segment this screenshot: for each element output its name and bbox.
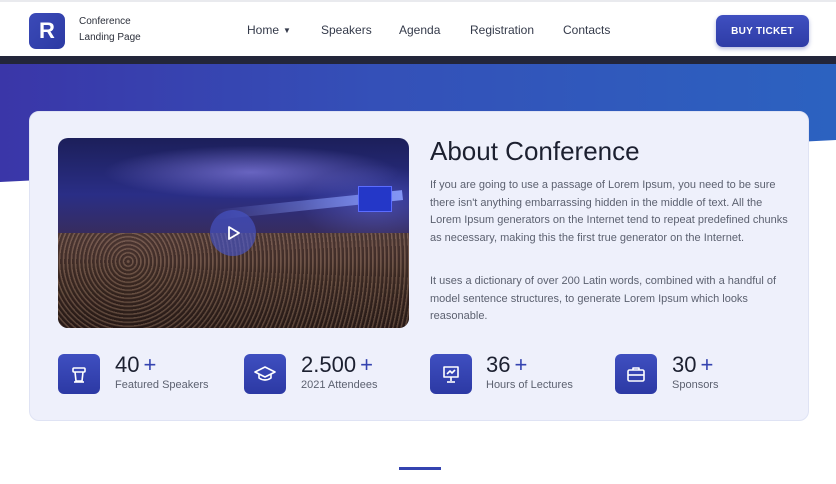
stat-sponsors-label: Sponsors xyxy=(672,379,719,391)
stat-value: 40 xyxy=(115,352,140,377)
nav-item-label: Agenda xyxy=(399,23,441,37)
about-title: About Conference xyxy=(430,136,640,166)
nav-item-agenda[interactable]: Agenda xyxy=(399,23,440,37)
stat-value: 36 xyxy=(486,352,511,377)
nav-item-contacts[interactable]: Contacts xyxy=(563,23,610,37)
nav-item-label: Home xyxy=(247,23,280,37)
stat-speakers-label: Featured Speakers xyxy=(115,379,209,391)
stat-attendees-number: 2.500 + xyxy=(301,352,373,378)
header-divider xyxy=(0,56,836,64)
stat-speakers-number: 40 + xyxy=(115,352,156,378)
nav-item-label: Registration xyxy=(470,23,535,37)
stat-attendees-label: 2021 Attendees xyxy=(301,379,378,391)
graduation-cap-icon xyxy=(244,354,286,394)
nav-item-speakers[interactable]: Speakers xyxy=(321,23,372,37)
stat-sponsors-number: 30 + xyxy=(672,352,713,378)
about-paragraph-2: It uses a dictionary of over 200 Latin w… xyxy=(430,275,777,322)
stat-suffix: + xyxy=(360,352,373,377)
briefcase-icon xyxy=(615,354,657,394)
section-divider xyxy=(399,467,441,470)
nav-item-label: Speakers xyxy=(321,23,372,37)
chevron-down-icon: ▼ xyxy=(283,26,291,35)
site-header: R Conference Landing Page Home ▼ Speakers… xyxy=(0,0,836,56)
about-paragraph-1: If you are going to use a passage of Lor… xyxy=(430,179,788,244)
stage-screen xyxy=(358,186,392,212)
presentation-board-icon xyxy=(430,354,472,394)
buy-ticket-button[interactable]: BUY TICKET xyxy=(716,15,809,47)
nav-item-home[interactable]: Home ▼ xyxy=(247,23,291,37)
stat-value: 30 xyxy=(672,352,697,377)
stat-lectures-label: Hours of Lectures xyxy=(486,379,573,391)
stat-suffix: + xyxy=(700,352,714,377)
main-nav: Home ▼ Speakers Agenda Registration Conta… xyxy=(0,23,836,41)
play-button[interactable] xyxy=(210,210,256,256)
stat-suffix: + xyxy=(514,352,528,377)
play-icon xyxy=(228,226,240,240)
stat-value: 2.500 xyxy=(301,352,357,377)
podium-icon xyxy=(58,354,100,394)
stat-suffix: + xyxy=(143,352,157,377)
stat-lectures-number: 36 + xyxy=(486,352,527,378)
nav-item-label: Contacts xyxy=(563,23,611,37)
nav-item-registration[interactable]: Registration xyxy=(470,23,534,37)
